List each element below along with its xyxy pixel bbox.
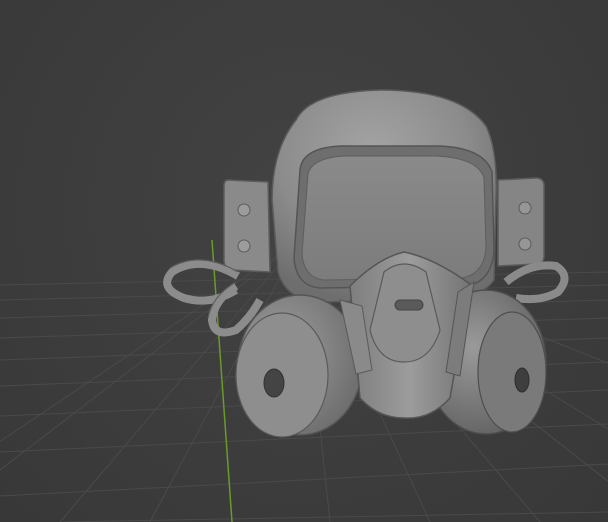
left-canister-port — [263, 368, 285, 398]
right-canister-port — [514, 367, 530, 393]
right-strap-bracket — [497, 177, 545, 267]
gas-mask-model[interactable] — [0, 0, 608, 522]
left-strap-bracket — [223, 179, 271, 273]
3d-viewport[interactable] — [0, 0, 608, 522]
left-strap-loops — [163, 259, 264, 337]
right-strap-loops — [503, 261, 569, 304]
valve-slot — [394, 299, 424, 311]
